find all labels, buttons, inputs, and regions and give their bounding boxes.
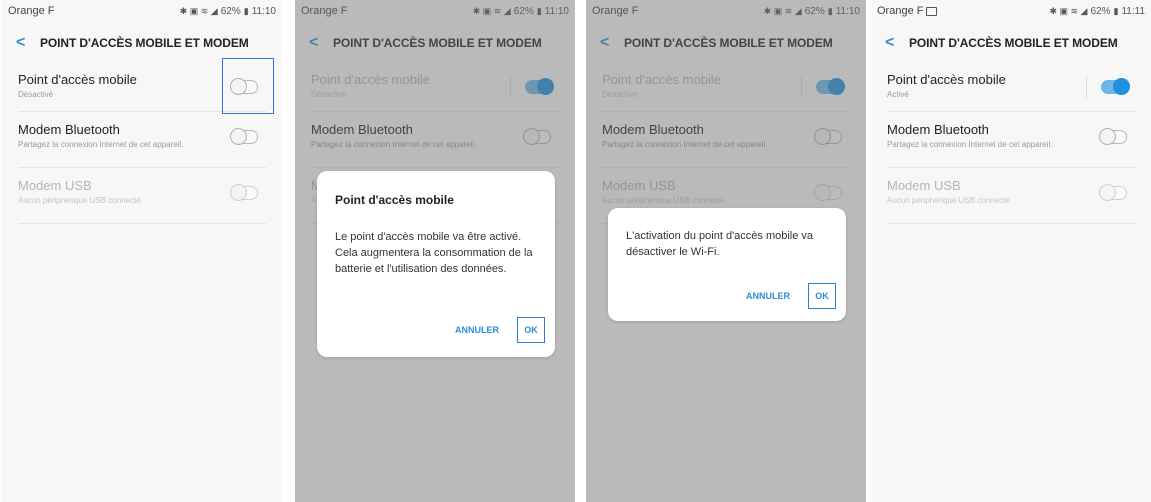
app-bar: < POINT D'ACCÈS MOBILE ET MODEM: [2, 26, 282, 60]
cancel-button[interactable]: ANNULER: [746, 291, 790, 301]
hotspot-dialog: Point d'accès mobile Le point d'accès mo…: [317, 171, 555, 357]
hotspot-notification-icon: [926, 6, 938, 16]
screen-2: Orange F ✱ ▣ ≋ ◢ 62% ▮ 11:10 < POINT D'A…: [295, 0, 575, 502]
status-left: Orange F: [877, 5, 938, 17]
hotspot-toggle[interactable]: [1101, 78, 1130, 95]
bluetooth-sub: Partagez la connexion Internet de cet ap…: [18, 140, 184, 149]
bluetooth-toggle[interactable]: [230, 128, 258, 145]
time-label: 11:10: [251, 5, 276, 17]
bluetooth-title: Modem Bluetooth: [887, 122, 989, 137]
usb-title: Modem USB: [18, 178, 92, 193]
dialog-body: L'activation du point d'accès mobile va …: [626, 230, 814, 258]
usb-row: Modem USB Aucun périphérique USB connect…: [18, 168, 266, 224]
signal-icons: ✱ ▣ ≋ ◢: [179, 5, 218, 16]
usb-toggle: [1099, 184, 1127, 201]
screen-3: Orange F ✱ ▣ ≋ ◢ 62% ▮ 11:10 < POINT D'A…: [586, 0, 866, 502]
divider: [1086, 76, 1087, 98]
ok-button[interactable]: OK: [808, 283, 836, 309]
dialog-title: Point d'accès mobile: [335, 193, 454, 207]
toggle-knob: [1099, 128, 1116, 145]
screen-1: Orange F ✱ ▣ ≋ ◢ 62% ▮ 11:10 < POINT D'A…: [2, 0, 282, 502]
carrier-label: Orange F: [877, 5, 924, 17]
battery-icon: ▮: [243, 5, 249, 16]
screen-4: Orange F ✱ ▣ ≋ ◢ 62% ▮ 11:11 < POINT D'A…: [871, 0, 1151, 502]
signal-icons: ✱ ▣ ≋ ◢: [1049, 5, 1088, 16]
battery-label: 62%: [1090, 5, 1111, 17]
usb-sub: Aucun périphérique USB connecté.: [887, 196, 1012, 205]
ok-button[interactable]: OK: [517, 317, 545, 343]
screenshot-strip: Orange F ✱ ▣ ≋ ◢ 62% ▮ 11:10 < POINT D'A…: [0, 0, 1151, 502]
bluetooth-sub: Partagez la connexion Internet de cet ap…: [887, 140, 1053, 149]
back-icon[interactable]: <: [16, 34, 40, 52]
toggle-knob: [1099, 184, 1116, 201]
battery-icon: ▮: [1113, 5, 1119, 16]
usb-sub: Aucun périphérique USB connecté.: [18, 196, 143, 205]
back-icon[interactable]: <: [885, 34, 909, 52]
status-right: ✱ ▣ ≋ ◢ 62% ▮ 11:10: [180, 6, 276, 17]
highlight-box: [222, 58, 274, 114]
app-bar: < POINT D'ACCÈS MOBILE ET MODEM: [871, 26, 1151, 60]
status-bar: Orange F ✱ ▣ ≋ ◢ 62% ▮ 11:11: [871, 0, 1151, 22]
bluetooth-title: Modem Bluetooth: [18, 122, 120, 137]
toggle-knob: [230, 128, 247, 145]
hotspot-status: Désactivé: [18, 90, 54, 99]
hotspot-row[interactable]: Point d'accès mobile Activé: [887, 62, 1135, 112]
status-bar: Orange F ✱ ▣ ≋ ◢ 62% ▮ 11:10: [2, 0, 282, 22]
toggle-knob: [230, 184, 247, 201]
wifi-dialog: L'activation du point d'accès mobile va …: [608, 208, 846, 321]
hotspot-status: Activé: [887, 90, 909, 99]
settings-list: Point d'accès mobile Activé Modem Blueto…: [871, 62, 1151, 224]
time-label: 11:11: [1121, 5, 1145, 17]
usb-title: Modem USB: [887, 178, 961, 193]
dialog-actions: ANNULER OK: [455, 317, 545, 343]
status-right: ✱ ▣ ≋ ◢ 62% ▮ 11:11: [1049, 6, 1145, 17]
bluetooth-row[interactable]: Modem Bluetooth Partagez la connexion In…: [887, 112, 1135, 168]
battery-label: 62%: [220, 5, 241, 17]
usb-row: Modem USB Aucun périphérique USB connect…: [887, 168, 1135, 224]
page-title: POINT D'ACCÈS MOBILE ET MODEM: [40, 36, 249, 50]
bluetooth-row[interactable]: Modem Bluetooth Partagez la connexion In…: [18, 112, 266, 168]
usb-toggle: [230, 184, 258, 201]
dialog-actions: ANNULER OK: [746, 283, 836, 309]
toggle-knob: [1113, 78, 1130, 95]
dialog-body: Le point d'accès mobile va être activé. …: [335, 231, 533, 275]
cancel-button[interactable]: ANNULER: [455, 325, 499, 335]
bluetooth-toggle[interactable]: [1099, 128, 1127, 145]
page-title: POINT D'ACCÈS MOBILE ET MODEM: [909, 36, 1118, 50]
carrier-label: Orange F: [8, 5, 55, 17]
hotspot-title: Point d'accès mobile: [887, 72, 1006, 87]
